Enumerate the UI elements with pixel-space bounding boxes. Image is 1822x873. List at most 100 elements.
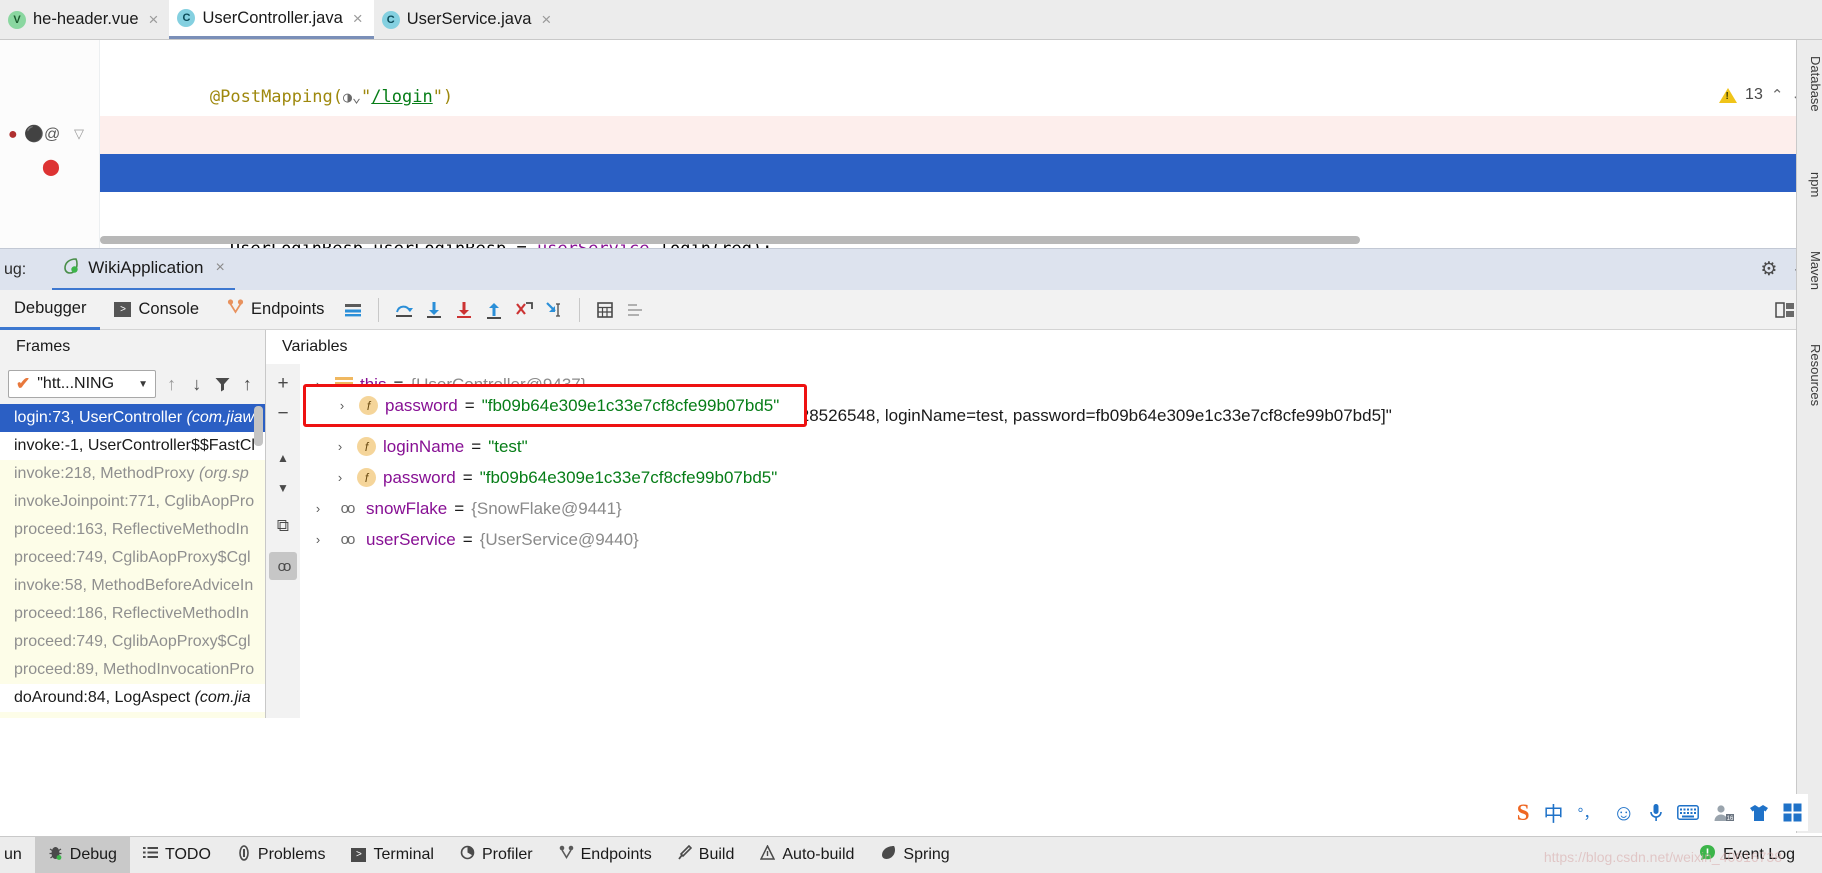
expand-arrow-icon[interactable]: ›: [330, 470, 350, 485]
scroll-up-button[interactable]: ▲: [269, 444, 297, 472]
drop-frame-icon[interactable]: [509, 295, 539, 325]
rail-item-maven[interactable]: Maven: [1797, 241, 1822, 300]
step-into-icon[interactable]: [419, 295, 449, 325]
frames-list[interactable]: login:73, UserController (com.jiaw invok…: [0, 404, 265, 718]
frame-row[interactable]: invokeJoinpoint:771, CglibAopPro: [0, 488, 265, 516]
chevron-down-icon[interactable]: ▼: [138, 379, 148, 390]
breakpoint-icon[interactable]: ⬤: [42, 157, 60, 177]
tab-he-header-vue[interactable]: V he-header.vue ×: [0, 0, 170, 39]
status-item-run[interactable]: un: [0, 837, 35, 873]
expand-arrow-icon[interactable]: ›: [308, 501, 328, 516]
emoji-icon[interactable]: ☺: [1613, 800, 1635, 826]
frame-row[interactable]: proceed:749, CglibAopProxy$Cgl: [0, 628, 265, 656]
editor-horizontal-scrollbar[interactable]: [100, 236, 1360, 244]
chevron-up-icon[interactable]: ⌃: [1771, 86, 1784, 104]
remove-watch-button[interactable]: −: [269, 400, 297, 428]
close-icon[interactable]: ×: [541, 11, 551, 28]
password-row-overlay[interactable]: › f password = "fb09b64e309e1c33e7cf8cfe…: [310, 390, 800, 421]
expand-arrow-icon[interactable]: ›: [308, 532, 328, 547]
layout-settings-icon[interactable]: [620, 295, 650, 325]
thread-selector[interactable]: ✔ "htt...NING ▼: [8, 370, 156, 398]
evaluate-expression-icon[interactable]: [590, 295, 620, 325]
editor-gutter[interactable]: ● ⚫ @ ▽ ⬤: [0, 40, 115, 248]
frame-row[interactable]: proceed:186, ReflectiveMethodIn: [0, 600, 265, 628]
close-icon[interactable]: ×: [216, 259, 225, 277]
frame-row[interactable]: invoke:58, MethodBeforeAdviceIn: [0, 572, 265, 600]
variable-row-snowflake[interactable]: › oo snowFlake = {SnowFlake@9441}: [300, 493, 1822, 524]
warning-count: 13: [1745, 86, 1763, 103]
debug-bug-icon: [48, 844, 63, 866]
voice-input-icon[interactable]: [1649, 803, 1663, 823]
step-out-icon[interactable]: [479, 295, 509, 325]
move-down-icon[interactable]: ↓: [187, 371, 206, 397]
chinese-mode-icon[interactable]: 中: [1544, 798, 1564, 827]
frame-row[interactable]: invoke:218, MethodProxy (org.sp: [0, 460, 265, 488]
expand-arrow-icon[interactable]: ›: [332, 398, 352, 413]
rail-item-database[interactable]: Database: [1797, 46, 1822, 122]
run-to-cursor-icon[interactable]: [539, 295, 569, 325]
event-log-button[interactable]: Event Log: [1686, 837, 1808, 873]
soft-keyboard-icon[interactable]: [1677, 805, 1699, 820]
close-icon[interactable]: ×: [149, 11, 159, 28]
filter-icon[interactable]: [213, 371, 232, 397]
copy-value-button[interactable]: ⧉: [269, 512, 297, 540]
debugger-toolbar: Debugger > Console Endpoints: [0, 290, 1822, 330]
code-line-public-login[interactable]: public CommonResp login(@Valid @RequestB…: [100, 78, 1822, 145]
add-watch-button[interactable]: +: [269, 370, 297, 398]
expand-arrow-icon[interactable]: ›: [330, 439, 350, 454]
tab-console[interactable]: > Console: [100, 290, 213, 330]
tab-userservice-java[interactable]: C UserService.java ×: [373, 0, 563, 39]
scroll-down-button[interactable]: ▼: [269, 474, 297, 502]
breakpoint-mute-icon[interactable]: ●: [8, 126, 18, 144]
tab-endpoints[interactable]: Endpoints: [213, 290, 338, 330]
tab-debugger[interactable]: Debugger: [0, 290, 101, 330]
frame-row[interactable]: invoke:-1, UserController$$FastCl: [0, 432, 265, 460]
status-item-terminal[interactable]: > Terminal: [338, 837, 446, 873]
frame-row[interactable]: proceed:89, MethodInvocationPro: [0, 656, 265, 684]
status-item-auto-build[interactable]: Auto-build: [747, 837, 867, 873]
ime-toolbar[interactable]: S 中 °， ☺ 16: [1510, 794, 1808, 831]
variable-row-password[interactable]: › f password = "fb09b64e309e1c33e7cf8cfe…: [300, 462, 1822, 493]
frame-row[interactable]: proceed:749, CglibAopProxy$Cgl: [0, 544, 265, 572]
bean-icon: ⚫: [24, 126, 44, 143]
close-icon[interactable]: ×: [353, 10, 363, 27]
frame-row[interactable]: login:73, UserController (com.jiaw: [0, 404, 265, 432]
code-line-current-execution[interactable]: CommonResp<UserLoginResp> resp = new Com…: [100, 154, 1822, 221]
inspect-button[interactable]: oo: [269, 552, 297, 580]
frame-row[interactable]: proceed:163, ReflectiveMethodIn: [0, 516, 265, 544]
status-item-spring[interactable]: Spring: [867, 837, 962, 873]
skin-icon[interactable]: [1749, 804, 1769, 822]
force-step-into-icon[interactable]: [449, 295, 479, 325]
status-item-todo[interactable]: TODO: [130, 837, 224, 873]
rail-item-resources[interactable]: Resources: [1797, 334, 1822, 416]
frame-row[interactable]: doAround:84, LogAspect (com.jia: [0, 684, 265, 712]
status-item-endpoints[interactable]: Endpoints: [546, 837, 665, 873]
status-item-problems[interactable]: Problems: [224, 837, 339, 873]
method-collapse-icon[interactable]: ▽: [74, 126, 84, 142]
tab-usercontroller-java[interactable]: C UserController.java ×: [169, 0, 374, 39]
move-up-icon[interactable]: ↑: [162, 371, 181, 397]
debug-session-tab[interactable]: WikiApplication ×: [52, 249, 235, 291]
variable-row-userservice[interactable]: › oo userService = {UserService@9440}: [300, 524, 1822, 555]
status-item-profiler[interactable]: Profiler: [447, 837, 546, 873]
toolbox-icon[interactable]: [1783, 803, 1802, 822]
frame-row[interactable]: invoke0:-1, NativeMethodAccesso: [0, 712, 265, 718]
add-frame-icon[interactable]: ↑: [238, 371, 257, 397]
status-item-build[interactable]: Build: [665, 837, 748, 873]
rail-item-npm[interactable]: npm: [1797, 162, 1822, 207]
user-account-icon[interactable]: 16: [1713, 804, 1735, 822]
code-line-userloginresp[interactable]: UserLoginResp userLoginResp = userServic…: [100, 192, 1822, 248]
code-editor[interactable]: ● ⚫ @ ▽ ⬤ @PostMapping(◑⌄"/login") Commo…: [0, 40, 1822, 248]
variable-row-loginname[interactable]: › f loginName = "test": [300, 431, 1822, 462]
code-line-postmapping[interactable]: @PostMapping(◑⌄"/login"): [100, 40, 1822, 107]
step-over-icon[interactable]: [389, 295, 419, 325]
code-lines[interactable]: @PostMapping(◑⌄"/login") public CommonRe…: [100, 40, 1822, 248]
status-item-debug[interactable]: Debug: [34, 836, 130, 873]
gear-icon[interactable]: ⚙: [1760, 258, 1777, 281]
frames-scrollbar[interactable]: [254, 406, 263, 446]
punctuation-mode-icon[interactable]: °，: [1578, 802, 1599, 823]
inspection-widget[interactable]: 13 ⌃ ⌄: [1719, 86, 1804, 104]
sogou-logo-icon[interactable]: S: [1517, 800, 1530, 826]
show-execution-point-icon[interactable]: [338, 295, 368, 325]
code-line-setpassword[interactable]: req.setPassword(DigestUtils.md5DigestAsH…: [100, 116, 1822, 183]
